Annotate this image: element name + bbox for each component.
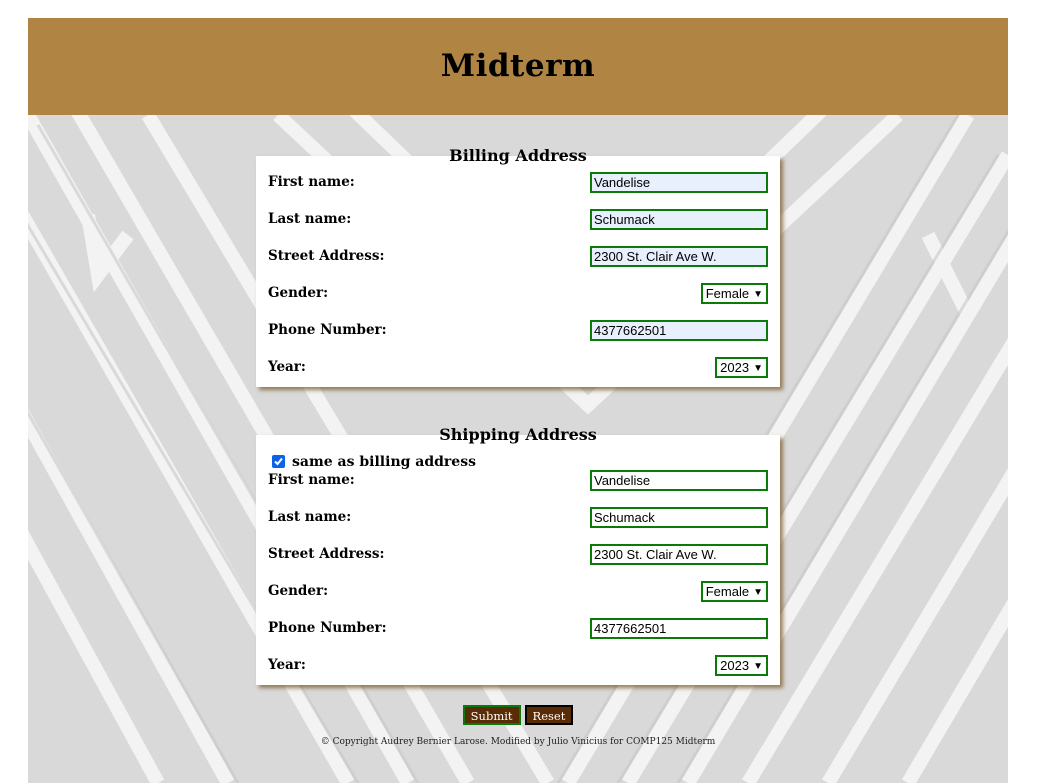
billing-street-label: Street Address: (268, 248, 385, 264)
shipping-address-section: Shipping Address same as billing address… (256, 425, 780, 685)
billing-gender-value: Female (705, 286, 750, 301)
shipping-last-name-label: Last name: (268, 509, 352, 525)
billing-street-input[interactable]: 2300 St. Clair Ave W. (590, 246, 768, 267)
shipping-street-input[interactable]: 2300 St. Clair Ave W. (590, 544, 768, 565)
chevron-down-icon: ▼ (753, 289, 763, 300)
shipping-phone-input[interactable]: 4377662501 (590, 618, 768, 639)
shipping-address-legend: Shipping Address (439, 425, 597, 444)
billing-gender-label: Gender: (268, 285, 329, 301)
billing-gender-select[interactable]: Female ▼ (700, 283, 768, 304)
checkmark-icon (274, 457, 283, 466)
page-header: Midterm (28, 18, 1008, 115)
shipping-year-select[interactable]: 2023 ▼ (715, 655, 768, 676)
shipping-first-name-input[interactable]: Vandelise (590, 470, 768, 491)
billing-year-label: Year: (268, 359, 306, 375)
shipping-year-label: Year: (268, 657, 306, 673)
billing-gender-row: Gender: Female ▼ (268, 283, 768, 304)
billing-phone-input[interactable]: 4377662501 (590, 320, 768, 341)
billing-address-legend: Billing Address (449, 146, 587, 165)
billing-street-row: Street Address: 2300 St. Clair Ave W. (268, 246, 768, 267)
billing-last-name-label: Last name: (268, 211, 352, 227)
shipping-year-row: Year: 2023 ▼ (268, 655, 768, 676)
billing-phone-row: Phone Number: 4377662501 (268, 320, 768, 341)
shipping-phone-label: Phone Number: (268, 620, 387, 636)
footer-copyright: © Copyright Audrey Bernier Larose. Modif… (320, 737, 716, 747)
billing-first-name-input[interactable]: Vandelise (590, 172, 768, 193)
page-title: Midterm (440, 48, 596, 84)
shipping-last-name-input[interactable]: Schumack (590, 507, 768, 528)
chevron-down-icon: ▼ (753, 587, 763, 598)
shipping-first-name-label: First name: (268, 472, 355, 488)
chevron-down-icon: ▼ (753, 363, 763, 374)
same-as-billing-checkbox[interactable] (272, 455, 285, 468)
billing-year-row: Year: 2023 ▼ (268, 357, 768, 378)
shipping-gender-select[interactable]: Female ▼ (700, 581, 768, 602)
shipping-gender-row: Gender: Female ▼ (268, 581, 768, 602)
shipping-street-label: Street Address: (268, 546, 385, 562)
shipping-last-name-row: Last name: Schumack (268, 507, 768, 528)
shipping-year-value: 2023 (720, 658, 750, 673)
shipping-gender-label: Gender: (268, 583, 329, 599)
shipping-first-name-row: First name: Vandelise (268, 470, 768, 491)
same-as-billing-label: same as billing address (292, 454, 476, 470)
billing-first-name-row: First name: Vandelise (268, 172, 768, 193)
billing-year-select[interactable]: 2023 ▼ (715, 357, 768, 378)
reset-button[interactable]: Reset (524, 705, 574, 725)
shipping-gender-value: Female (705, 584, 750, 599)
shipping-street-row: Street Address: 2300 St. Clair Ave W. (268, 544, 768, 565)
chevron-down-icon: ▼ (753, 661, 763, 672)
submit-button[interactable]: Submit (462, 705, 521, 725)
billing-last-name-input[interactable]: Schumack (590, 209, 768, 230)
page: Midterm Billing Address First name: Vand… (28, 18, 1008, 783)
billing-year-value: 2023 (720, 360, 750, 375)
billing-address-section: Billing Address First name: Vandelise La… (256, 146, 780, 387)
billing-last-name-row: Last name: Schumack (268, 209, 768, 230)
billing-phone-label: Phone Number: (268, 322, 387, 338)
form-buttons: Submit Reset (28, 705, 1008, 725)
billing-first-name-label: First name: (268, 174, 355, 190)
shipping-phone-row: Phone Number: 4377662501 (268, 618, 768, 639)
